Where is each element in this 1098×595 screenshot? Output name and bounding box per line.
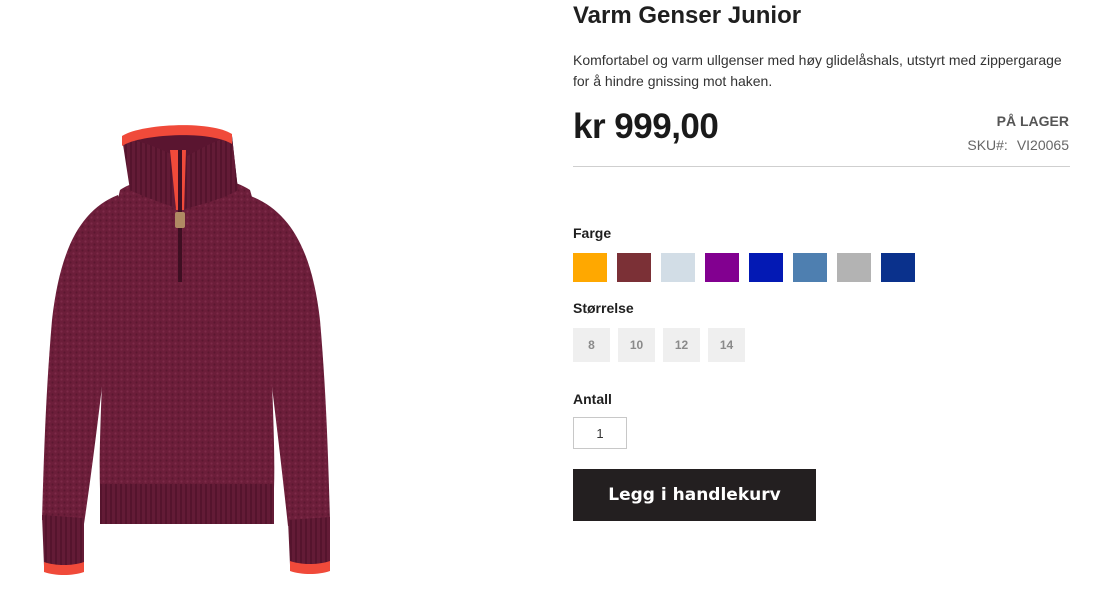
sku-value: VI20065 bbox=[1016, 137, 1069, 153]
quantity-label: Antall bbox=[573, 391, 612, 407]
divider bbox=[573, 166, 1070, 167]
size-label: Størrelse bbox=[573, 300, 634, 316]
color-swatch[interactable] bbox=[749, 253, 783, 282]
product-price: kr 999,00 bbox=[573, 107, 719, 146]
size-option-10[interactable]: 10 bbox=[618, 328, 655, 362]
sku-label: SKU#: bbox=[967, 137, 1008, 153]
color-swatch[interactable] bbox=[793, 253, 827, 282]
color-swatch[interactable] bbox=[881, 253, 915, 282]
color-swatch[interactable] bbox=[573, 253, 607, 282]
product-image bbox=[0, 0, 560, 595]
sku: SKU#: VI20065 bbox=[967, 137, 1069, 153]
sweater-image bbox=[42, 125, 330, 575]
quantity-input[interactable] bbox=[573, 417, 627, 449]
color-swatches bbox=[573, 253, 915, 282]
color-swatch[interactable] bbox=[705, 253, 739, 282]
color-swatch[interactable] bbox=[661, 253, 695, 282]
product-page: Varm Genser Junior Komfortabel og varm u… bbox=[0, 0, 1098, 595]
size-option-8[interactable]: 8 bbox=[573, 328, 610, 362]
product-description: Komfortabel og varm ullgenser med høy gl… bbox=[573, 52, 1062, 89]
size-option-14[interactable]: 14 bbox=[708, 328, 745, 362]
color-label: Farge bbox=[573, 225, 612, 241]
stock-status: PÅ LAGER bbox=[996, 113, 1069, 129]
size-option-12[interactable]: 12 bbox=[663, 328, 700, 362]
color-swatch[interactable] bbox=[837, 253, 871, 282]
color-swatch[interactable] bbox=[617, 253, 651, 282]
product-title: Varm Genser Junior bbox=[573, 2, 802, 29]
size-options: 8 10 12 14 bbox=[573, 328, 745, 362]
add-to-cart-button[interactable]: Legg i handlekurv bbox=[573, 469, 816, 521]
